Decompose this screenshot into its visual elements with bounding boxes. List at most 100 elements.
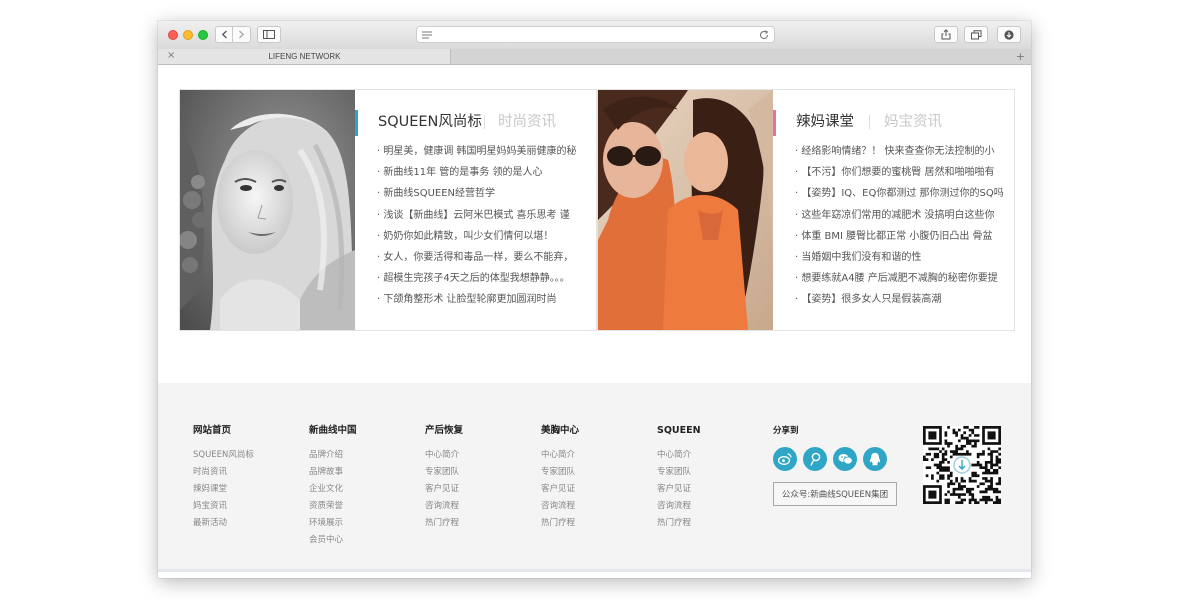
panel-subtitle[interactable]: 妈宝资讯 (884, 112, 942, 132)
footer-link[interactable]: 中心简介 (425, 447, 463, 464)
tabs-icon (970, 29, 981, 39)
panel-subtitle[interactable]: 时尚资讯 (498, 112, 556, 132)
forward-button[interactable] (233, 26, 251, 43)
sidebar-icon (263, 30, 275, 39)
article-link[interactable]: · 【姿势】IQ、EQ你都测过 那你测过你的SQ吗 (795, 183, 1007, 204)
article-link[interactable]: · 浅谈【新曲线】云阿米巴模式 喜乐思考 谨 (377, 205, 589, 226)
tencent-weibo-icon[interactable] (803, 447, 827, 471)
footer-column-breast: 美胸中心 中心简介 专家团队 客户见证 咨询流程 热门疗程 (541, 425, 579, 532)
footer-link[interactable]: 中心简介 (657, 447, 701, 464)
share-label: 分享到 (773, 426, 799, 436)
article-link[interactable]: · 新曲线SQUEEN经营哲学 (377, 183, 589, 204)
panel-title[interactable]: SQUEEN风尚标 (378, 112, 482, 132)
chevron-right-icon (239, 30, 245, 39)
footer-link[interactable]: 最新活动 (193, 515, 254, 532)
footer-link[interactable]: 品牌故事 (309, 464, 357, 481)
accent-bar (773, 110, 776, 136)
reload-icon[interactable] (759, 30, 769, 40)
back-button[interactable] (215, 26, 233, 43)
footer-column-postpartum: 产后恢复 中心简介 专家团队 客户见证 咨询流程 热门疗程 (425, 425, 463, 532)
article-link[interactable]: · 想要练就A4腰 产后减肥不减胸的秘密你要提 (795, 268, 1007, 289)
tab-title: LIFENG NETWORK (268, 52, 341, 61)
panel-mom: 辣妈课堂 妈宝资讯 · 经络影响情绪？！ 快来查查你无法控制的小 · 【不污】你… (597, 89, 1015, 331)
footer-column-brand: 新曲线中国 品牌介绍 品牌故事 企业文化 资质荣誉 环境展示 会员中心 (309, 425, 357, 549)
footer-heading[interactable]: 网站首页 (193, 425, 254, 437)
article-link[interactable]: · 下颌角整形术 让脸型轮廓更加圆润时尚 (377, 289, 589, 310)
footer-link[interactable]: 咨询流程 (425, 498, 463, 515)
browser-toolbar (158, 21, 1031, 50)
footer-link[interactable]: 资质荣誉 (309, 498, 357, 515)
mother-daughter-photo (598, 90, 773, 330)
footer-link[interactable]: 咨询流程 (541, 498, 579, 515)
zoom-window-button[interactable] (198, 30, 208, 40)
article-link[interactable]: · 体重 BMI 腰臀比都正常 小腹仍旧凸出 骨盆 (795, 226, 1007, 247)
article-link[interactable]: · 当婚姻中我们没有和谐的性 (795, 247, 1007, 268)
qr-code (922, 425, 1002, 505)
panel-fashion: SQUEEN风尚标 时尚资讯 · 明星美，健康调 韩国明星妈妈美丽健康的秘 · … (179, 89, 597, 331)
footer-link[interactable]: 专家团队 (541, 464, 579, 481)
footer-heading[interactable]: SQUEEN (657, 425, 701, 437)
share-icon (941, 29, 951, 40)
address-bar[interactable] (416, 26, 775, 43)
footer-link[interactable]: SQUEEN风尚标 (193, 447, 254, 464)
footer-link[interactable]: 专家团队 (657, 464, 701, 481)
footer-link[interactable]: 咨询流程 (657, 498, 701, 515)
qq-icon[interactable] (863, 447, 887, 471)
panel-title[interactable]: 辣妈课堂 (796, 112, 854, 132)
footer-link[interactable]: 专家团队 (425, 464, 463, 481)
footer-link[interactable]: 热门疗程 (657, 515, 701, 532)
new-tab-button[interactable]: + (1016, 50, 1025, 63)
article-link[interactable]: · 这些年窈凉们常用的减肥术 没搞明白这些你 (795, 205, 1007, 226)
article-link[interactable]: · 【姿势】很多女人只是假装高潮 (795, 289, 1007, 310)
article-link[interactable]: · 【不污】你们想要的蜜桃臀 居然和啪啪啪有 (795, 162, 1007, 183)
download-icon (1004, 29, 1014, 40)
footer-link[interactable]: 热门疗程 (425, 515, 463, 532)
title-divider (484, 115, 485, 129)
footer-heading[interactable]: 美胸中心 (541, 425, 579, 437)
site-footer: 网站首页 SQUEEN风尚标 时尚资讯 辣妈课堂 妈宝资讯 最新活动 新曲线中国… (158, 383, 1031, 572)
accent-bar (355, 110, 358, 136)
footer-bottom-line (158, 569, 1031, 572)
article-link[interactable]: · 奶奶你如此精致，叫少女们情何以堪！ (377, 226, 589, 247)
share-button[interactable] (934, 26, 958, 43)
article-link[interactable]: · 新曲线11年 管的是事务 领的是人心 (377, 162, 589, 183)
footer-column-home: 网站首页 SQUEEN风尚标 时尚资讯 辣妈课堂 妈宝资讯 最新活动 (193, 425, 254, 532)
close-window-button[interactable] (168, 30, 178, 40)
footer-link[interactable]: 客户见证 (425, 481, 463, 498)
footer-link[interactable]: 客户见证 (657, 481, 701, 498)
article-link[interactable]: · 经络影响情绪？！ 快来查查你无法控制的小 (795, 141, 1007, 162)
tab-lifeng-network[interactable]: × LIFENG NETWORK (158, 49, 451, 64)
sidebar-toggle-button[interactable] (257, 26, 281, 43)
footer-link[interactable]: 会员中心 (309, 532, 357, 549)
footer-link[interactable]: 妈宝资讯 (193, 498, 254, 515)
footer-link[interactable]: 中心简介 (541, 447, 579, 464)
footer-link[interactable]: 时尚资讯 (193, 464, 254, 481)
tabs-overview-button[interactable] (964, 26, 988, 43)
panel-header: 辣妈课堂 妈宝资讯 (773, 108, 1013, 136)
article-link[interactable]: · 明星美，健康调 韩国明星妈妈美丽健康的秘 (377, 141, 589, 162)
panel-header: SQUEEN风尚标 时尚资讯 (355, 108, 595, 136)
footer-link[interactable]: 环境展示 (309, 515, 357, 532)
footer-heading[interactable]: 产后恢复 (425, 425, 463, 437)
article-link[interactable]: · 女人，你要活得和毒品一样，要么不能弃， (377, 247, 589, 268)
weibo-icon[interactable] (773, 447, 797, 471)
downloads-button[interactable] (997, 26, 1021, 43)
tab-bar: × LIFENG NETWORK + (158, 49, 1031, 65)
footer-link[interactable]: 企业文化 (309, 481, 357, 498)
wechat-icon[interactable] (833, 447, 857, 471)
footer-heading[interactable]: 新曲线中国 (309, 425, 357, 437)
model-photo (180, 90, 355, 330)
share-section: 分享到 公众号:新曲线SQUEEN集团 (773, 425, 897, 506)
footer-link[interactable]: 客户见证 (541, 481, 579, 498)
share-icons (773, 447, 897, 471)
browser-window: × LIFENG NETWORK + SQUEEN风尚标 时尚资讯 · 明星美，… (158, 21, 1031, 578)
wechat-account-button[interactable]: 公众号:新曲线SQUEEN集团 (773, 482, 897, 506)
reader-icon (422, 31, 432, 39)
footer-link[interactable]: 辣妈课堂 (193, 481, 254, 498)
footer-link[interactable]: 品牌介绍 (309, 447, 357, 464)
article-link[interactable]: · 超模生完孩子4天之后的体型我想静静。。。 (377, 268, 589, 289)
footer-link[interactable]: 热门疗程 (541, 515, 579, 532)
chevron-left-icon (221, 30, 227, 39)
minimize-window-button[interactable] (183, 30, 193, 40)
article-list: · 经络影响情绪？！ 快来查查你无法控制的小 · 【不污】你们想要的蜜桃臀 居然… (795, 141, 1007, 311)
